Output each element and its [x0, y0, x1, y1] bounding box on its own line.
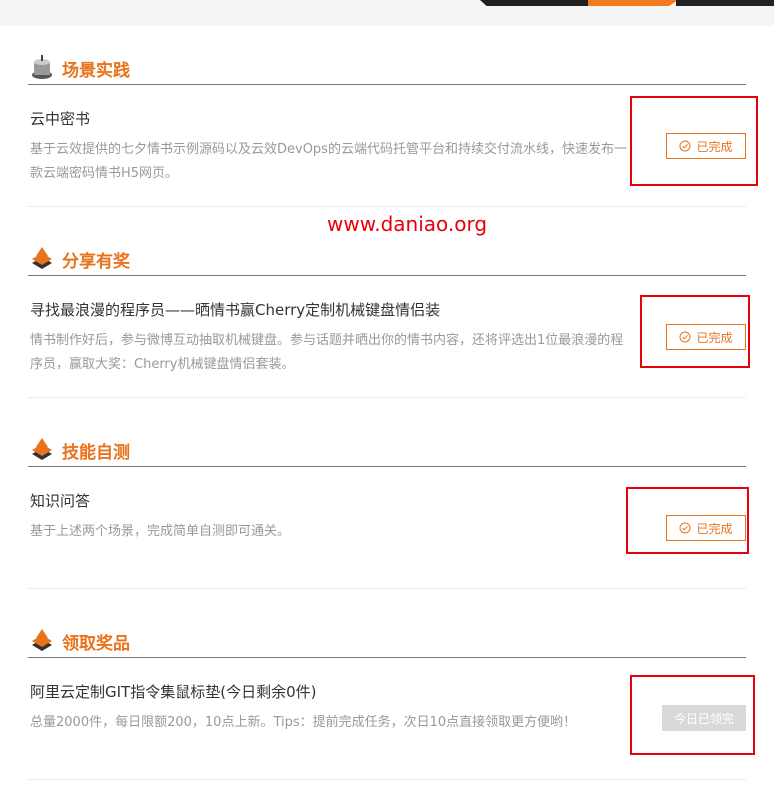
top-banner	[0, 0, 774, 26]
cake-layers-icon	[32, 629, 52, 651]
task-title: 阿里云定制GIT指令集鼠标垫(今日剩余0件)	[30, 683, 317, 701]
section-title: 分享有奖	[62, 252, 130, 272]
banner-black-shape	[676, 0, 774, 6]
task-description: 总量2000件，每日限额200，10点上新。Tips：提前完成任务，次日10点直…	[30, 715, 577, 730]
cake-layers-icon	[32, 438, 52, 460]
annotation-box	[626, 487, 749, 554]
annotation-box	[630, 96, 758, 186]
task-title: 寻找最浪漫的程序员——晒情书赢Cherry定制机械键盘情侣装	[30, 301, 441, 319]
watermark-text: www.daniao.org	[327, 212, 488, 236]
task-description: 情书制作好后，参与微博互动抽取机械键盘。参与话题并晒出你的情书内容，还将评选出1…	[30, 333, 624, 372]
task-description: 基于上述两个场景，完成简单自测即可通关。	[30, 524, 291, 539]
annotation-box	[640, 295, 750, 368]
section-header: 分享有奖	[28, 245, 746, 276]
section-title: 场景实践	[62, 61, 130, 81]
task-item: 寻找最浪漫的程序员——晒情书赢Cherry定制机械键盘情侣装 情书制作好后，参与…	[28, 299, 746, 398]
annotation-box	[630, 675, 755, 755]
section-header: 场景实践	[28, 54, 746, 85]
section-claim-prize: 领取奖品	[28, 627, 746, 658]
section-share-reward: 分享有奖	[28, 245, 746, 276]
banner-dark-shape	[480, 0, 590, 6]
section-title: 技能自测	[62, 443, 130, 463]
section-scenario-practice: 场景实践	[28, 54, 746, 85]
section-header: 领取奖品	[28, 627, 746, 658]
section-skill-test: 技能自测	[28, 436, 746, 467]
task-description: 基于云效提供的七夕情书示例源码以及云效DevOps的云端代码托管平台和持续交付流…	[30, 142, 627, 181]
task-title: 知识问答	[30, 492, 91, 510]
section-title: 领取奖品	[62, 634, 130, 654]
banner-orange-shape	[588, 0, 678, 6]
cake-gray-icon	[32, 55, 52, 79]
section-header: 技能自测	[28, 436, 746, 467]
cake-layers-icon	[32, 247, 52, 269]
task-title: 云中密书	[30, 110, 91, 128]
